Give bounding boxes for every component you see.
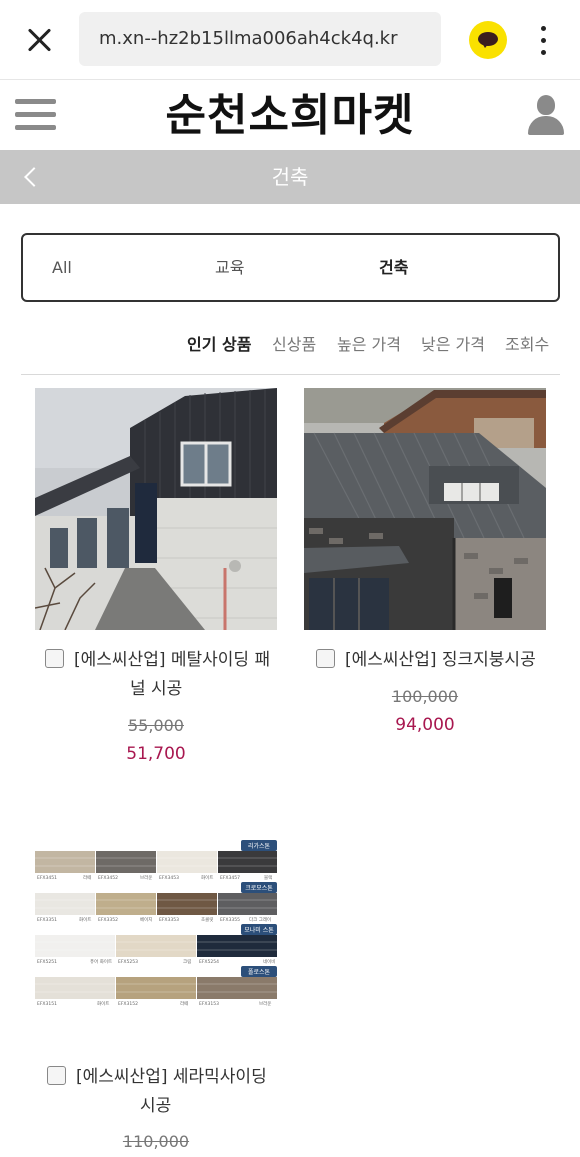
divider: [21, 374, 560, 375]
swatch-color: 브라운: [259, 1000, 271, 1007]
swatch-code: EFX3151: [37, 1001, 57, 1007]
swatch-badge: 크로모스톤: [245, 885, 273, 892]
compare-checkbox[interactable]: [47, 1066, 66, 1085]
site-header: 순천소희마켓: [0, 80, 580, 150]
swatch-color: 다크 그레이: [249, 916, 271, 923]
original-price: 100,000: [391, 687, 459, 706]
close-icon[interactable]: [22, 22, 58, 58]
swatch-color: 화이트: [79, 916, 91, 923]
swatch-color: 블랙: [264, 874, 272, 881]
swatch-code: EFX3451: [37, 875, 57, 881]
tab-architecture[interactable]: 건축: [379, 235, 408, 300]
swatch-code: EFX3457: [220, 875, 240, 881]
sort-views[interactable]: 조회수: [505, 330, 549, 360]
swatch-color: 초콜릿: [201, 916, 213, 923]
product-name-line2[interactable]: 시공: [140, 1092, 410, 1121]
more-options-icon[interactable]: [534, 24, 552, 58]
back-chevron-icon[interactable]: [21, 166, 41, 188]
category-bar: 건축: [0, 150, 580, 204]
swatch-color: 네이비: [263, 958, 275, 965]
swatch-color: 베이지: [140, 916, 152, 923]
sort-price-low[interactable]: 낮은 가격: [421, 330, 485, 360]
compare-checkbox[interactable]: [45, 649, 64, 668]
product-card[interactable]: [에스씨산업] 징크지붕시공 100,000 94,000: [304, 388, 546, 788]
product-image[interactable]: [35, 388, 277, 630]
original-price: 55,000: [128, 716, 184, 735]
original-price: 110,000: [122, 1132, 190, 1151]
product-image[interactable]: 리가스톤 크로모스톤 모나미 스톤 폴로스톤 EFX3451 라떼 EFX345…: [35, 838, 277, 1080]
tab-all[interactable]: All: [52, 235, 72, 300]
swatch-color: 브라운: [140, 874, 152, 881]
swatch-color: 크림: [183, 958, 191, 965]
product-name[interactable]: [에스씨산업] 메탈사이딩 패: [45, 646, 315, 675]
swatch-code: EFX3351: [37, 917, 57, 923]
sort-price-high[interactable]: 높은 가격: [337, 330, 401, 360]
sale-price: 94,000: [395, 715, 455, 735]
swatch-code: EFX3353: [159, 917, 179, 923]
swatch-color: 화이트: [97, 1000, 109, 1007]
swatch-badge: 폴로스톤: [248, 969, 271, 976]
url-field[interactable]: m.xn--hz2b15llma006ah4ck4q.kr: [79, 12, 441, 66]
site-logo[interactable]: 순천소희마켓: [140, 86, 440, 146]
sort-popular[interactable]: 인기 상품: [187, 330, 251, 360]
swatch-badge: 리가스톤: [248, 842, 271, 850]
swatch-badge: 모나미 스톤: [244, 926, 274, 934]
category-title: 건축: [271, 165, 309, 189]
product-name[interactable]: [에스씨산업] 징크지붕시공: [316, 646, 580, 675]
product-image[interactable]: [304, 388, 546, 630]
swatch-code: EFX3153: [199, 1001, 219, 1007]
kakao-talk-icon[interactable]: [469, 21, 507, 59]
sale-price: 51,700: [126, 744, 186, 764]
menu-icon[interactable]: [15, 99, 56, 131]
compare-checkbox[interactable]: [316, 649, 335, 668]
swatch-color: 라떼: [180, 1000, 188, 1007]
swatch-color: 퓨어 화이트: [90, 958, 112, 965]
sort-newest[interactable]: 신상품: [272, 330, 316, 360]
swatch-code: EFX3355: [220, 917, 240, 923]
product-card[interactable]: 리가스톤 크로모스톤 모나미 스톤 폴로스톤 EFX3451 라떼 EFX345…: [35, 838, 277, 1157]
swatch-code: EFX3152: [118, 1001, 138, 1007]
swatch-code: EFX5251: [37, 959, 57, 965]
swatch-color: 라떼: [83, 874, 91, 881]
sort-options: 인기 상품 신상품 높은 가격 낮은 가격 조회수: [0, 330, 580, 360]
user-icon[interactable]: [526, 95, 566, 135]
swatch-code: EFX3453: [159, 875, 179, 881]
swatch-color: 화이트: [201, 874, 213, 881]
swatch-code: EFX5254: [199, 959, 219, 965]
swatch-code: EFX3452: [98, 875, 118, 881]
product-name[interactable]: [에스씨산업] 세라믹사이딩: [47, 1063, 317, 1092]
swatch-code: EFX5253: [118, 959, 138, 965]
swatch-code: EFX3352: [98, 917, 118, 923]
subcategory-tabs: All 교육 건축: [21, 233, 560, 302]
product-card[interactable]: [에스씨산업] 메탈사이딩 패 널 시공 55,000 51,700: [35, 388, 277, 788]
tab-education[interactable]: 교육: [215, 235, 244, 300]
browser-bar: m.xn--hz2b15llma006ah4ck4q.kr: [0, 0, 580, 80]
